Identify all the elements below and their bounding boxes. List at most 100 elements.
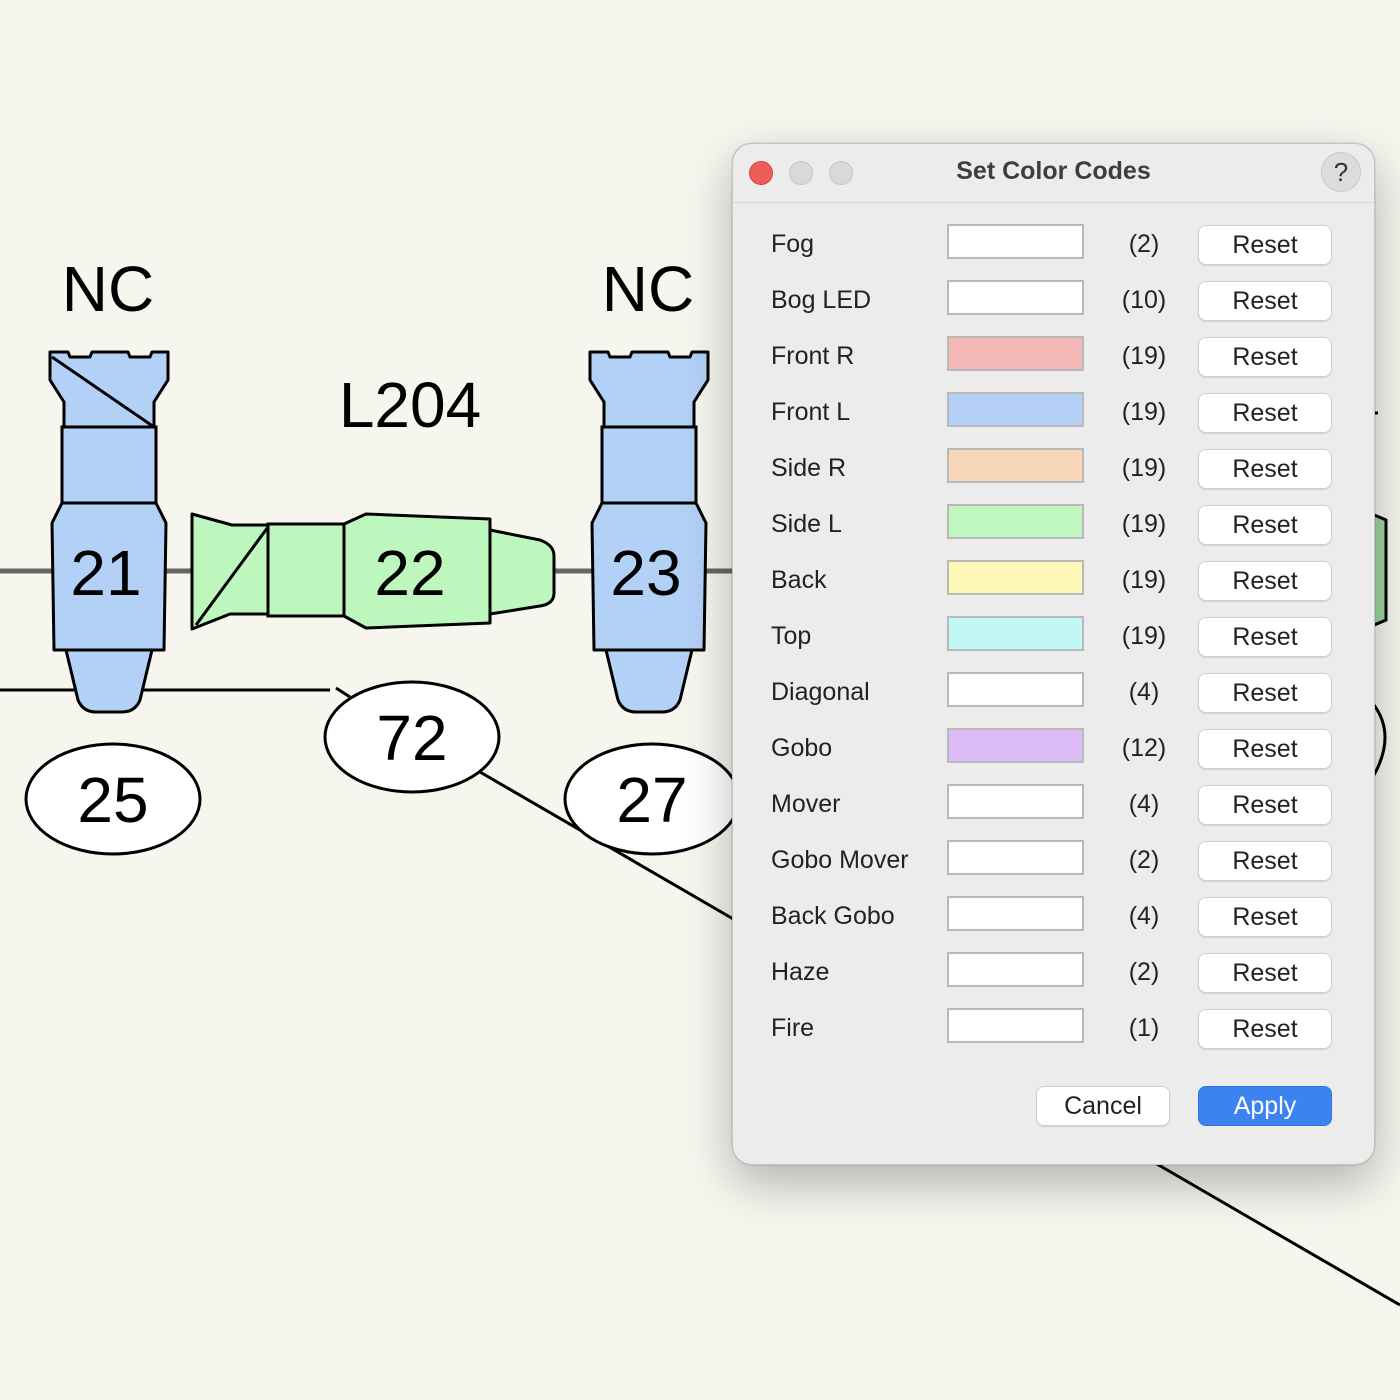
oval-number: 72	[376, 702, 447, 774]
color-code-row: Mover (4) Reset	[733, 776, 1374, 832]
color-code-label: Gobo Mover	[771, 846, 909, 874]
color-code-row: Fog (2) Reset	[733, 216, 1374, 272]
fixture-count: (19)	[1121, 566, 1167, 594]
oval-27[interactable]: 27	[563, 742, 741, 856]
fixture-count: (19)	[1121, 510, 1167, 538]
color-code-label: Fog	[771, 230, 815, 258]
color-code-label: Bog LED	[771, 286, 872, 314]
oval-number: 27	[616, 764, 687, 836]
reset-button[interactable]: Reset	[1198, 841, 1332, 881]
fixture-22[interactable]: 22	[190, 512, 556, 631]
help-button[interactable]: ?	[1321, 152, 1361, 192]
color-code-label: Back Gobo	[771, 902, 895, 930]
oval-72[interactable]: 72	[323, 680, 501, 794]
color-code-label: Side R	[771, 454, 847, 482]
color-code-row: Gobo Mover (2) Reset	[733, 832, 1374, 888]
color-swatch[interactable]	[947, 728, 1084, 763]
oval-25[interactable]: 25	[24, 742, 202, 856]
fixture-barrel	[600, 425, 698, 505]
reset-button[interactable]: Reset	[1198, 505, 1332, 545]
color-code-label: Side L	[771, 510, 842, 538]
color-swatch[interactable]	[947, 280, 1084, 315]
reset-button[interactable]: Reset	[1198, 337, 1332, 377]
color-code-row: Gobo (12) Reset	[733, 720, 1374, 776]
color-code-label: Back	[771, 566, 827, 594]
set-color-codes-dialog: Set Color Codes ? Fog (2) Reset Bog LED (10)…	[732, 143, 1375, 1165]
fixture-lens-cap	[190, 512, 270, 631]
fixture-count: (4)	[1128, 790, 1160, 818]
color-code-row: Front R (19) Reset	[733, 328, 1374, 384]
color-swatch[interactable]	[947, 392, 1084, 427]
fixture-number: 21	[70, 537, 141, 609]
color-swatch[interactable]	[947, 672, 1084, 707]
reset-button[interactable]: Reset	[1198, 673, 1332, 713]
color-swatch[interactable]	[947, 1008, 1084, 1043]
reset-button[interactable]: Reset	[1198, 1009, 1332, 1049]
reset-button[interactable]: Reset	[1198, 393, 1332, 433]
reset-button[interactable]: Reset	[1198, 897, 1332, 937]
color-swatch[interactable]	[947, 616, 1084, 651]
fixture-count: (12)	[1121, 734, 1167, 762]
fixture-count: (4)	[1128, 678, 1160, 706]
fixture-lens-cap	[48, 350, 170, 429]
color-code-row: Top (19) Reset	[733, 608, 1374, 664]
fixture-count: (19)	[1121, 342, 1167, 370]
apply-button[interactable]: Apply	[1198, 1086, 1332, 1126]
color-code-row: Back (19) Reset	[733, 552, 1374, 608]
color-code-row: Front L (19) Reset	[733, 384, 1374, 440]
reset-button[interactable]: Reset	[1198, 561, 1332, 601]
reset-button[interactable]: Reset	[1198, 449, 1332, 489]
color-code-row: Back Gobo (4) Reset	[733, 888, 1374, 944]
reset-button[interactable]: Reset	[1198, 785, 1332, 825]
color-code-label: Haze	[771, 958, 830, 986]
color-code-row: Side R (19) Reset	[733, 440, 1374, 496]
color-code-row: Haze (2) Reset	[733, 944, 1374, 1000]
color-swatch[interactable]	[947, 896, 1084, 931]
dialog-titlebar: Set Color Codes ?	[733, 144, 1374, 203]
cancel-button[interactable]: Cancel	[1036, 1086, 1170, 1126]
reset-button[interactable]: Reset	[1198, 225, 1332, 265]
fixture-lens-cap	[588, 350, 710, 429]
reset-button[interactable]: Reset	[1198, 281, 1332, 321]
color-swatch[interactable]	[947, 504, 1084, 539]
fixture-count: (19)	[1121, 398, 1167, 426]
fixture-number: 23	[610, 537, 681, 609]
color-swatch[interactable]	[947, 448, 1084, 483]
fixture-yoke	[604, 648, 694, 714]
color-code-label: Gobo	[771, 734, 833, 762]
oval-partial	[1372, 704, 1387, 776]
color-code-label: Top	[771, 622, 812, 650]
color-code-row: Diagonal (4) Reset	[733, 664, 1374, 720]
fixture-barrel	[266, 522, 346, 618]
color-swatch[interactable]	[947, 336, 1084, 371]
color-code-label: Mover	[771, 790, 841, 818]
color-code-label: Front L	[771, 398, 851, 426]
color-code-row: Side L (19) Reset	[733, 496, 1374, 552]
fixture-yoke	[488, 528, 556, 616]
color-swatch[interactable]	[947, 840, 1084, 875]
reset-button[interactable]: Reset	[1198, 729, 1332, 769]
fixture-count: (2)	[1128, 958, 1160, 986]
fixture-count: (10)	[1121, 286, 1167, 314]
fixture-21[interactable]: 21	[48, 350, 170, 714]
fixture-yoke	[64, 648, 154, 714]
reset-button[interactable]: Reset	[1198, 617, 1332, 657]
fixture-count: (19)	[1121, 454, 1167, 482]
fixture-count: (2)	[1128, 230, 1160, 258]
dialog-title: Set Color Codes	[956, 157, 1151, 185]
fixture-count: (4)	[1128, 902, 1160, 930]
cable-line	[1149, 1158, 1400, 1307]
color-swatch[interactable]	[947, 224, 1084, 259]
color-swatch[interactable]	[947, 560, 1084, 595]
color-swatch[interactable]	[947, 952, 1084, 987]
cable-line	[335, 686, 351, 699]
fixture-number: 22	[374, 537, 445, 609]
color-code-list: Fog (2) Reset Bog LED (10) Reset Front R (19) Re…	[733, 216, 1374, 1056]
oval-number: 25	[77, 764, 148, 836]
label-position-name: L204	[339, 369, 481, 441]
reset-button[interactable]: Reset	[1198, 953, 1332, 993]
fixture-count: (2)	[1128, 846, 1160, 874]
color-code-row: Bog LED (10) Reset	[733, 272, 1374, 328]
color-swatch[interactable]	[947, 784, 1084, 819]
fixture-23[interactable]: 23	[588, 350, 710, 714]
